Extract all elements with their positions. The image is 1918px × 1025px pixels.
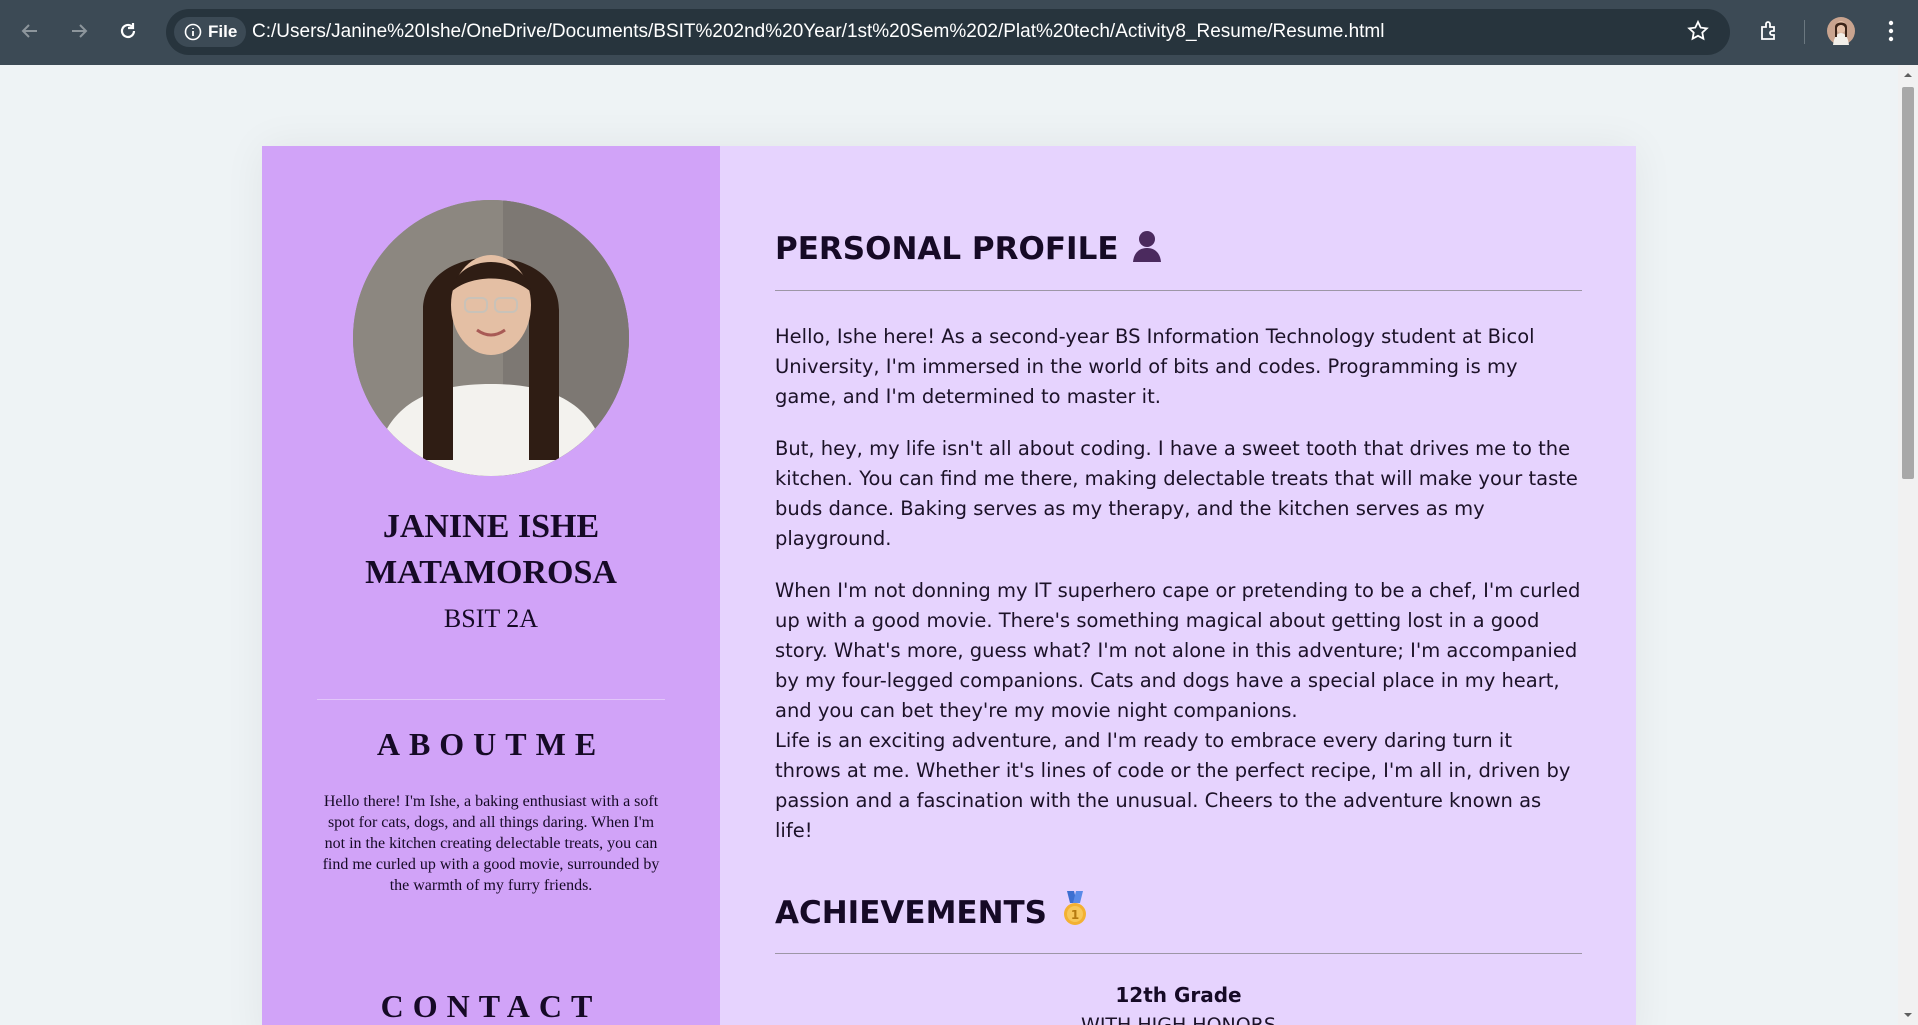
site-badge-label: File bbox=[208, 22, 238, 41]
star-icon[interactable] bbox=[1686, 19, 1710, 47]
kebab-menu-icon[interactable] bbox=[1876, 16, 1906, 46]
info-icon bbox=[184, 23, 202, 41]
profile-avatar-icon[interactable] bbox=[1826, 16, 1856, 46]
page-scrollbar[interactable] bbox=[1898, 65, 1918, 1025]
page-viewport: JANINE ISHE MATAMOROSA BSIT 2A ABOUTME H… bbox=[0, 65, 1898, 1025]
about-heading: ABOUTME bbox=[376, 726, 606, 762]
site-info-button[interactable]: File bbox=[174, 17, 246, 47]
scroll-up-icon[interactable] bbox=[1898, 67, 1918, 83]
resume-main: PERSONAL PROFILE Hello, Ishe here! As a … bbox=[720, 146, 1636, 1025]
scroll-thumb[interactable] bbox=[1902, 87, 1914, 479]
resume-card: JANINE ISHE MATAMOROSA BSIT 2A ABOUTME H… bbox=[262, 146, 1636, 1025]
resume-sidebar: JANINE ISHE MATAMOROSA BSIT 2A ABOUTME H… bbox=[262, 146, 720, 1025]
contact-heading: CONTACT bbox=[380, 988, 602, 1024]
svg-text:1: 1 bbox=[1071, 908, 1079, 922]
profile-paragraph: But, hey, my life isn't all about coding… bbox=[775, 437, 1578, 550]
profile-paragraph: Life is an exciting adventure, and I'm r… bbox=[775, 729, 1571, 842]
achievement-title: 12th Grade bbox=[1115, 983, 1242, 1007]
reload-icon[interactable] bbox=[113, 16, 143, 46]
scroll-down-icon[interactable] bbox=[1898, 1007, 1918, 1023]
url-text[interactable]: C:/Users/Janine%20Ishe/OneDrive/Document… bbox=[252, 21, 1384, 43]
achievements-heading: ACHIEVEMENTS 1 bbox=[775, 891, 1091, 935]
toolbar-divider bbox=[1804, 20, 1805, 44]
profile-photo bbox=[353, 200, 629, 476]
medal-icon: 1 bbox=[1059, 891, 1091, 935]
about-text: Hello there! I'm Ishe, a baking enthusia… bbox=[322, 793, 660, 894]
achievements-divider bbox=[775, 953, 1582, 954]
back-arrow-icon[interactable] bbox=[15, 16, 45, 46]
sidebar-divider bbox=[317, 699, 665, 700]
achievements-title: ACHIEVEMENTS bbox=[775, 895, 1048, 931]
profile-paragraph: Hello, Ishe here! As a second-year BS In… bbox=[775, 325, 1535, 408]
full-name: JANINE ISHE MATAMOROSA bbox=[365, 508, 617, 591]
profile-divider bbox=[775, 290, 1582, 291]
address-bar[interactable]: File C:/Users/Janine%20Ishe/OneDrive/Doc… bbox=[166, 9, 1730, 55]
browser-toolbar: File C:/Users/Janine%20Ishe/OneDrive/Doc… bbox=[0, 0, 1918, 65]
class-section: BSIT 2A bbox=[443, 604, 539, 633]
personal-profile-heading: PERSONAL PROFILE bbox=[775, 228, 1163, 270]
achievement-subtitle: WITH HIGH HONORS bbox=[1081, 1014, 1276, 1025]
person-silhouette-icon bbox=[1131, 228, 1163, 270]
forward-arrow-icon[interactable] bbox=[64, 16, 94, 46]
extensions-icon[interactable] bbox=[1754, 16, 1784, 46]
profile-paragraph: When I'm not donning my IT superhero cap… bbox=[775, 579, 1581, 722]
personal-profile-title: PERSONAL PROFILE bbox=[775, 231, 1119, 267]
